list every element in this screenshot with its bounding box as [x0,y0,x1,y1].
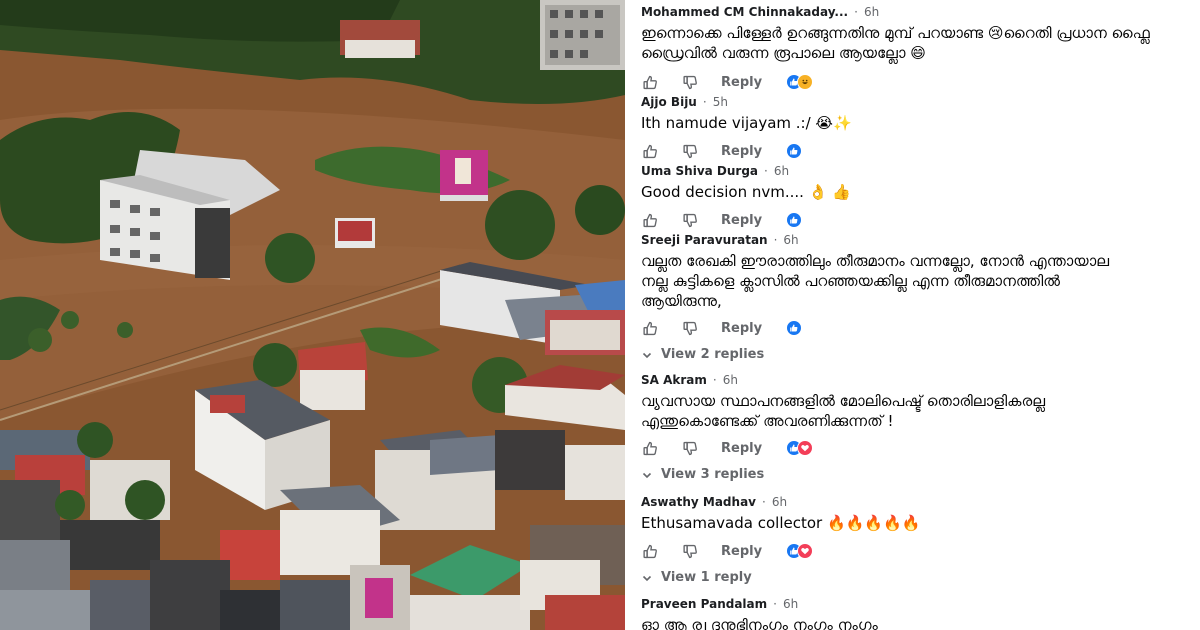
thumbs-down-icon[interactable] [681,73,699,91]
separator-dot: · [773,233,778,247]
comment-author[interactable]: Mohammed CM Chinnakaday... [641,4,848,20]
comment-time[interactable]: 6h [772,494,787,510]
separator-dot: · [854,5,858,19]
comment-text: Ith namude vijayam .:/ 😭✨ [641,114,852,132]
thumbs-down-icon[interactable] [681,439,699,457]
comment-text: ഓ ആ ര്വ ദുനുഭിനംഗം നംഗം നംഗം [641,616,878,630]
reply-button[interactable]: Reply [721,321,762,336]
comment-text-line: വ്യവസായ സ്ഥാപനങ്ങളിൽ മോലിപെഷ്ട് തൊരിലാളി… [641,392,1046,410]
chevron-down-icon [641,349,653,361]
thumbs-up-icon[interactable] [641,73,659,91]
comment-author[interactable]: SA Akram [641,372,707,388]
chevron-down-icon [641,572,653,584]
thumbs-up-icon[interactable] [641,142,659,160]
haha-reaction-icon [797,74,814,90]
comment-author[interactable]: Sreeji Paravuratan [641,232,768,248]
comment: Aswathy Madhav · 6h Ethusamavada collect… [641,494,1200,585]
love-reaction-icon [797,543,814,559]
thumbs-down-icon[interactable] [681,142,699,160]
comment-author[interactable]: Aswathy Madhav [641,494,756,510]
comment-time[interactable]: 6h [723,372,738,388]
comment-text: Ethusamavada collector 🔥🔥🔥🔥🔥 [641,514,921,532]
comment-time[interactable]: 6h [783,596,798,612]
comment-text: ഇന്നൊക്കെ പിള്ളേർ ഉറങ്ങുന്നതിനു മുമ്പ് പ… [641,24,1150,62]
comment-time[interactable]: 6h [864,4,879,20]
reply-button[interactable]: Reply [721,75,762,90]
reply-button[interactable]: Reply [721,213,762,228]
view-replies-label: View 3 replies [661,467,765,482]
love-reaction-icon [797,440,814,456]
reaction-summary[interactable] [786,74,814,90]
thumbs-up-icon[interactable] [641,211,659,229]
thumbs-up-icon[interactable] [641,439,659,457]
reaction-summary[interactable] [786,143,803,159]
comment: SA Akram · 6h വ്യവസായ സ്ഥാപനങ്ങളിൽ മോലിപ… [641,372,1200,482]
reaction-summary[interactable] [786,212,803,228]
view-replies-label: View 1 reply [661,570,752,585]
view-replies-label: View 2 replies [661,347,765,362]
view-replies-link[interactable]: View 1 reply [641,570,1200,585]
comment-author[interactable]: Uma Shiva Durga [641,163,758,179]
comment: Sreeji Paravuratan · 6h വല്ലത രേഖകി ഈരാത… [641,232,1200,362]
view-replies-link[interactable]: View 3 replies [641,467,1200,482]
comment-text-line: എന്തുകൊണ്ടേക്ക് അവരണിക്കുന്നത് ! [641,412,894,430]
thumbs-down-icon[interactable] [681,542,699,560]
like-reaction-icon [786,143,803,159]
comments-panel: Mohammed CM Chinnakaday... · 6h ഇന്നൊക്ക… [625,0,1200,630]
comment-time[interactable]: 5h [713,94,728,110]
separator-dot: · [712,373,717,387]
view-replies-link[interactable]: View 2 replies [641,347,1200,362]
thumbs-down-icon[interactable] [681,211,699,229]
reaction-summary[interactable] [786,440,814,456]
comment-author[interactable]: Ajjo Biju [641,94,697,110]
comment: Ajjo Biju · 5h Ith namude vijayam .:/ 😭✨… [641,94,1200,162]
reply-button[interactable]: Reply [721,441,762,456]
comment-text: Good decision nvm.... 👌 👍 [641,183,851,201]
comment: Mohammed CM Chinnakaday... · 6h ഇന്നൊക്ക… [641,4,1200,93]
thumbs-up-icon[interactable] [641,542,659,560]
reply-button[interactable]: Reply [721,144,762,159]
thumbs-down-icon[interactable] [681,319,699,337]
flood-aerial-photo [0,0,625,630]
like-reaction-icon [786,212,803,228]
like-reaction-icon [786,320,803,336]
comment-text-line: ആയിരുന്നു, [641,292,722,310]
reaction-summary[interactable] [786,543,814,559]
comment: Praveen Pandalam · 6h ഓ ആ ര്വ ദുനുഭിനംഗം… [641,596,1200,630]
comment-text-line: വല്ലത രേഖകി ഈരാത്തിലും തീരുമാനം വന്നല്ലോ… [641,252,1110,270]
comment-author[interactable]: Praveen Pandalam [641,596,767,612]
separator-dot: · [773,597,777,611]
comment-time[interactable]: 6h [774,163,789,179]
comment: Uma Shiva Durga · 6h Good decision nvm..… [641,163,1200,231]
separator-dot: · [702,95,707,109]
reply-button[interactable]: Reply [721,544,762,559]
separator-dot: · [764,164,768,178]
separator-dot: · [761,495,766,509]
reaction-summary[interactable] [786,320,803,336]
comment-time[interactable]: 6h [783,232,798,248]
comment-text-line: നല്ല കുട്ടികളെ ക്ലാസിൽ പറഞ്ഞയക്കില്ല എന്… [641,272,1060,290]
thumbs-up-icon[interactable] [641,319,659,337]
chevron-down-icon [641,469,653,481]
